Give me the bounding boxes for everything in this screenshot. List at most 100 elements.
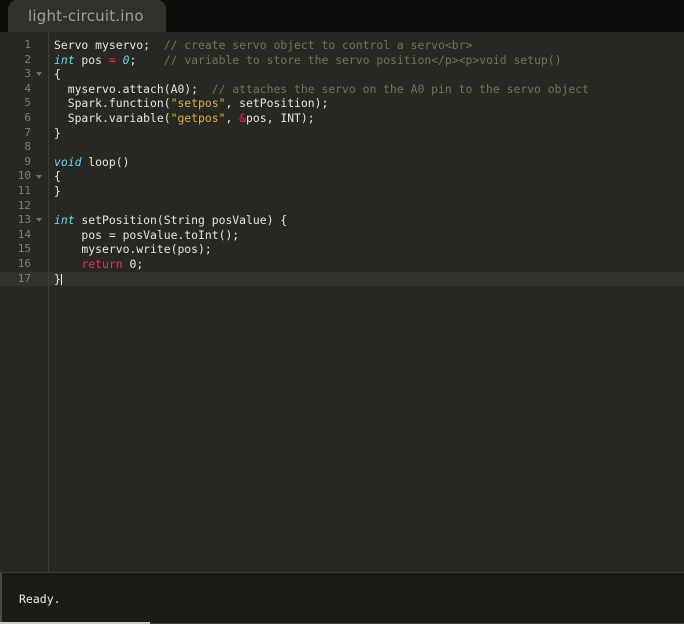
code-token-ident: setPosition(String posValue) { (74, 213, 288, 228)
gutter-row[interactable]: 14 (0, 228, 48, 243)
gutter-row[interactable]: 15 (0, 242, 48, 257)
line-number: 9 (24, 154, 31, 168)
line-number: 17 (17, 271, 31, 285)
gutter-row[interactable]: 10 (0, 169, 48, 184)
gutter-row[interactable]: 13 (0, 213, 48, 228)
code-token-punct: } (54, 271, 61, 286)
code-token-string: "setpos" (170, 96, 226, 111)
code-line[interactable]: { (49, 169, 684, 184)
line-number: 16 (17, 256, 31, 270)
code-line[interactable]: Spark.variable("getpos", &pos, INT); (49, 111, 684, 126)
line-number: 13 (17, 213, 31, 227)
line-number: 14 (17, 227, 31, 241)
code-token-comment: // attaches the servo on the A0 pin to t… (211, 81, 589, 96)
code-line[interactable] (49, 140, 684, 155)
line-number: 10 (17, 169, 31, 183)
code-token-type: int (54, 213, 75, 228)
code-line[interactable]: myservo.attach(A0); // attaches the serv… (49, 82, 684, 97)
gutter-row[interactable]: 9 (0, 155, 48, 170)
gutter-row[interactable]: 4 (0, 82, 48, 97)
gutter-row[interactable]: 8 (0, 140, 48, 155)
gutter-row[interactable]: 3 (0, 67, 48, 82)
line-number: 5 (24, 96, 31, 110)
code-content[interactable]: Servo myservo; // create servo object to… (49, 32, 684, 572)
code-editor-window: light-circuit.ino 1 2 3 4 5 6 7 8 9 10 11 12 13 14 15 1… (0, 0, 684, 624)
code-line[interactable] (49, 199, 684, 214)
gutter-row[interactable]: 6 (0, 111, 48, 126)
gutter-row[interactable]: 2 (0, 53, 48, 68)
code-token-ident: , (225, 110, 240, 125)
code-token-comment: // variable to store the servo position<… (163, 52, 562, 67)
code-token-ident: , setPosition); (225, 96, 329, 111)
code-line[interactable]: int setPosition(String posValue) { (49, 213, 684, 228)
fold-chevron-down-icon[interactable] (33, 218, 45, 222)
code-token-ident: pos (74, 52, 109, 67)
line-number: 8 (24, 140, 31, 154)
line-number-gutter[interactable]: 1 2 3 4 5 6 7 8 9 10 11 12 13 14 15 16 17 (0, 32, 49, 572)
code-line[interactable]: } (49, 184, 684, 199)
code-line[interactable]: pos = posValue.toInt(); (49, 228, 684, 243)
code-line[interactable]: void loop() (49, 155, 684, 170)
code-token-ident: pos, INT); (246, 110, 315, 125)
code-token-string: "getpos" (170, 110, 226, 125)
gutter-row[interactable]: 5 (0, 96, 48, 111)
line-number: 11 (17, 183, 31, 197)
code-line[interactable]: int pos = 0; // variable to store the se… (49, 53, 684, 68)
line-number: 12 (17, 198, 31, 212)
gutter-row[interactable]: 11 (0, 184, 48, 199)
code-token-ident: Spark.variable( (54, 110, 171, 125)
code-token-punct: } (54, 125, 61, 140)
editor-area[interactable]: 1 2 3 4 5 6 7 8 9 10 11 12 13 14 15 16 17 Servo myservo;… (0, 32, 684, 572)
code-token-type: int (54, 52, 75, 67)
code-token-keyword: return (81, 256, 123, 271)
code-token-ident: myservo.attach(A0); (54, 81, 199, 96)
line-number: 7 (24, 125, 31, 139)
text-cursor (60, 273, 62, 285)
code-line[interactable]: Spark.function("setpos", setPosition); (49, 96, 684, 111)
tab-label: light-circuit.ino (28, 7, 144, 25)
code-token-punct: ; (136, 256, 144, 271)
code-token-ident: loop() (81, 154, 130, 169)
gutter-row[interactable]: 16 (0, 257, 48, 272)
gutter-row[interactable]: 7 (0, 126, 48, 141)
code-token-punct: { (54, 169, 61, 184)
status-bar: Ready. (0, 572, 684, 624)
code-line[interactable]: Servo myservo; // create servo object to… (49, 38, 684, 53)
gutter-row[interactable]: 12 (0, 199, 48, 214)
code-token-type: void (54, 154, 82, 169)
fold-chevron-down-icon[interactable] (33, 175, 45, 179)
status-bar-left-edge (0, 573, 2, 624)
line-number: 4 (24, 81, 31, 95)
line-number: 2 (24, 52, 31, 66)
code-line[interactable]: { (49, 67, 684, 82)
fold-chevron-down-icon[interactable] (33, 72, 45, 76)
gutter-row[interactable]: 1 (0, 38, 48, 53)
code-token-punct: } (54, 183, 61, 198)
code-token-op: = (108, 52, 116, 67)
line-number: 15 (17, 242, 31, 256)
code-line[interactable]: myservo.write(pos); (49, 242, 684, 257)
code-token-punct: { (54, 67, 61, 82)
tab-light-circuit-ino[interactable]: light-circuit.ino (8, 0, 166, 32)
code-line[interactable]: } (49, 126, 684, 141)
code-line[interactable]: } (49, 271, 684, 287)
code-line[interactable]: return 0; (49, 257, 684, 272)
gutter-row[interactable]: 17 (0, 271, 48, 287)
